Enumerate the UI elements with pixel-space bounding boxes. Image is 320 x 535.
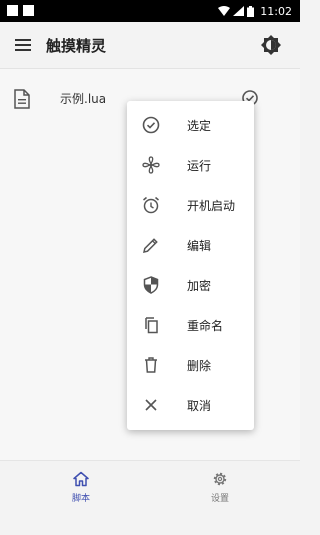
wifi-icon bbox=[218, 6, 231, 16]
gear-icon bbox=[213, 472, 227, 486]
menu-item-label: 加密 bbox=[187, 279, 212, 293]
menu-item-label: 选定 bbox=[187, 119, 212, 133]
copy-icon bbox=[145, 317, 158, 334]
notification-icon bbox=[7, 5, 18, 16]
fan-icon bbox=[142, 156, 160, 174]
menu-item-encrypt[interactable]: 加密 bbox=[127, 265, 254, 305]
pencil-icon bbox=[143, 238, 158, 253]
menu-icon[interactable] bbox=[12, 35, 34, 55]
context-menu: 选定 运行 开机启动 编辑 加密 重命名 删除 取消 bbox=[127, 101, 254, 430]
menu-item-label: 编辑 bbox=[187, 239, 212, 253]
status-time: 11:02 bbox=[260, 4, 292, 18]
bottom-nav: 脚本 设置 bbox=[0, 460, 300, 535]
alarm-clock-icon bbox=[143, 196, 159, 214]
file-name: 示例.lua bbox=[60, 92, 107, 106]
nav-label: 设置 bbox=[210, 494, 229, 504]
nav-item-scripts[interactable]: 脚本 bbox=[51, 471, 111, 511]
menu-item-delete[interactable]: 删除 bbox=[127, 345, 254, 385]
menu-item-label: 运行 bbox=[187, 159, 212, 173]
menu-item-label: 删除 bbox=[187, 359, 212, 373]
menu-item-run[interactable]: 运行 bbox=[127, 145, 254, 185]
theme-toggle-icon[interactable] bbox=[260, 34, 282, 56]
battery-icon bbox=[247, 5, 255, 17]
menu-item-edit[interactable]: 编辑 bbox=[127, 225, 254, 265]
menu-item-cancel[interactable]: 取消 bbox=[127, 385, 254, 425]
nav-label: 脚本 bbox=[71, 494, 90, 504]
home-icon bbox=[73, 471, 89, 487]
menu-item-label: 开机启动 bbox=[187, 199, 236, 213]
file-icon bbox=[14, 89, 30, 109]
shield-icon bbox=[143, 276, 159, 294]
signal-icon bbox=[233, 6, 245, 16]
menu-item-label: 重命名 bbox=[187, 319, 224, 333]
close-icon bbox=[145, 399, 157, 411]
page-title: 触摸精灵 bbox=[46, 37, 107, 55]
app-bar: 触摸精灵 bbox=[0, 22, 300, 68]
menu-item-select[interactable]: 选定 bbox=[127, 105, 254, 145]
trash-icon bbox=[145, 357, 157, 373]
nav-item-settings[interactable]: 设置 bbox=[190, 471, 250, 511]
menu-item-rename[interactable]: 重命名 bbox=[127, 305, 254, 345]
status-bar: 11:02 bbox=[0, 0, 300, 22]
check-circle-icon bbox=[142, 116, 160, 134]
menu-item-label: 取消 bbox=[187, 399, 212, 413]
notification-icon bbox=[23, 5, 34, 16]
status-indicators: 11:02 bbox=[218, 0, 292, 22]
menu-item-autostart[interactable]: 开机启动 bbox=[127, 185, 254, 225]
